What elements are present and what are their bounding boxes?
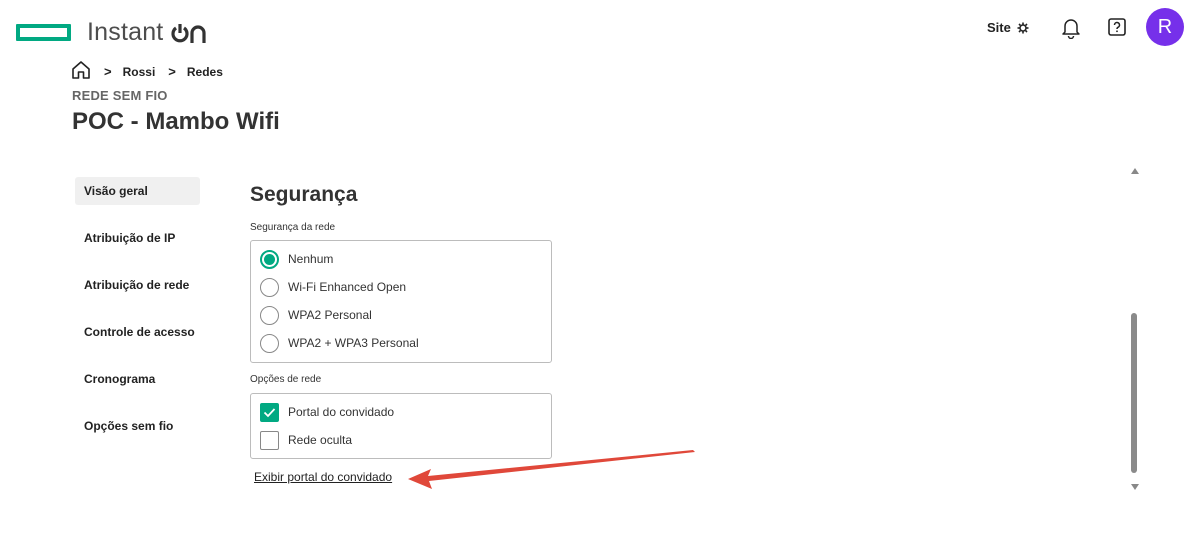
hpe-logo-mark (16, 24, 71, 41)
checkbox-label: Portal do convidado (288, 405, 395, 419)
app-name: Instant (87, 18, 207, 47)
network-security-label: Segurança da rede (250, 222, 336, 233)
app-logo: Instant (16, 18, 207, 47)
scrollbar-thumb[interactable] (1131, 313, 1137, 473)
network-options-label: Opções de rede (250, 374, 322, 385)
help-icon[interactable] (1108, 18, 1126, 41)
section-title: Segurança (250, 183, 358, 206)
app-name-text: Instant (87, 18, 164, 46)
radio-label: Nenhum (288, 252, 334, 266)
radio-unchecked-icon (260, 333, 279, 353)
radio-option-wifi-enhanced-open[interactable]: Wi-Fi Enhanced Open (251, 273, 551, 301)
radio-option-wpa2-wpa3-personal[interactable]: WPA2 + WPA3 Personal (251, 329, 551, 357)
sidebar-item-cronograma[interactable]: Cronograma (75, 365, 200, 393)
breadcrumb-redes[interactable]: Redes (187, 65, 223, 79)
home-icon[interactable] (71, 60, 91, 83)
radio-label: WPA2 Personal (288, 308, 372, 322)
site-settings-button[interactable]: Site (987, 20, 1029, 35)
checkbox-portal-convidado[interactable]: Portal do convidado (251, 398, 551, 426)
checkbox-label: Rede oculta (288, 433, 353, 447)
page-title: POC - Mambo Wifi (72, 108, 280, 135)
radio-option-wpa2-personal[interactable]: WPA2 Personal (251, 301, 551, 329)
radio-unchecked-icon (260, 277, 279, 297)
radio-option-nenhum[interactable]: Nenhum (251, 245, 551, 273)
network-options-group: Portal do convidado Rede oculta (250, 393, 552, 459)
guest-portal-link[interactable]: Exibir portal do convidado (254, 470, 392, 484)
avatar-initial: R (1157, 15, 1173, 38)
checkbox-unchecked-icon (260, 430, 279, 450)
radio-checked-icon (260, 249, 279, 269)
page-eyebrow: REDE SEM FIO (72, 88, 168, 103)
breadcrumb-rossi[interactable]: Rossi (123, 65, 156, 79)
checkbox-rede-oculta[interactable]: Rede oculta (251, 426, 551, 454)
radio-label: Wi-Fi Enhanced Open (288, 280, 407, 294)
power-on-icon (171, 23, 207, 43)
security-radio-group: Nenhum Wi-Fi Enhanced Open WPA2 Personal… (250, 240, 552, 363)
site-label: Site (987, 20, 1011, 35)
breadcrumb: > Rossi > Redes (71, 60, 223, 83)
app-name-on (171, 22, 207, 44)
chevron-right-icon: > (104, 64, 112, 79)
sidebar-item-controle-acesso[interactable]: Controle de acesso (75, 318, 200, 346)
sidebar-item-atribuicao-rede[interactable]: Atribuição de rede (75, 271, 200, 299)
notifications-bell-icon[interactable] (1061, 17, 1081, 44)
chevron-right-icon: > (168, 64, 176, 79)
sidebar-item-visao-geral[interactable]: Visão geral (75, 177, 200, 205)
sidebar-item-opcoes-sem-fio[interactable]: Opções sem fio (75, 412, 200, 440)
checkbox-checked-icon (260, 402, 279, 422)
sidebar-nav: Visão geral Atribuição de IP Atribuição … (75, 177, 200, 440)
scroll-down-arrow-icon[interactable] (1131, 477, 1139, 495)
gear-icon (1017, 22, 1029, 33)
radio-unchecked-icon (260, 305, 279, 325)
radio-label: WPA2 + WPA3 Personal (288, 336, 419, 350)
sidebar-item-atribuicao-ip[interactable]: Atribuição de IP (75, 224, 200, 252)
user-avatar[interactable]: R (1146, 8, 1184, 46)
